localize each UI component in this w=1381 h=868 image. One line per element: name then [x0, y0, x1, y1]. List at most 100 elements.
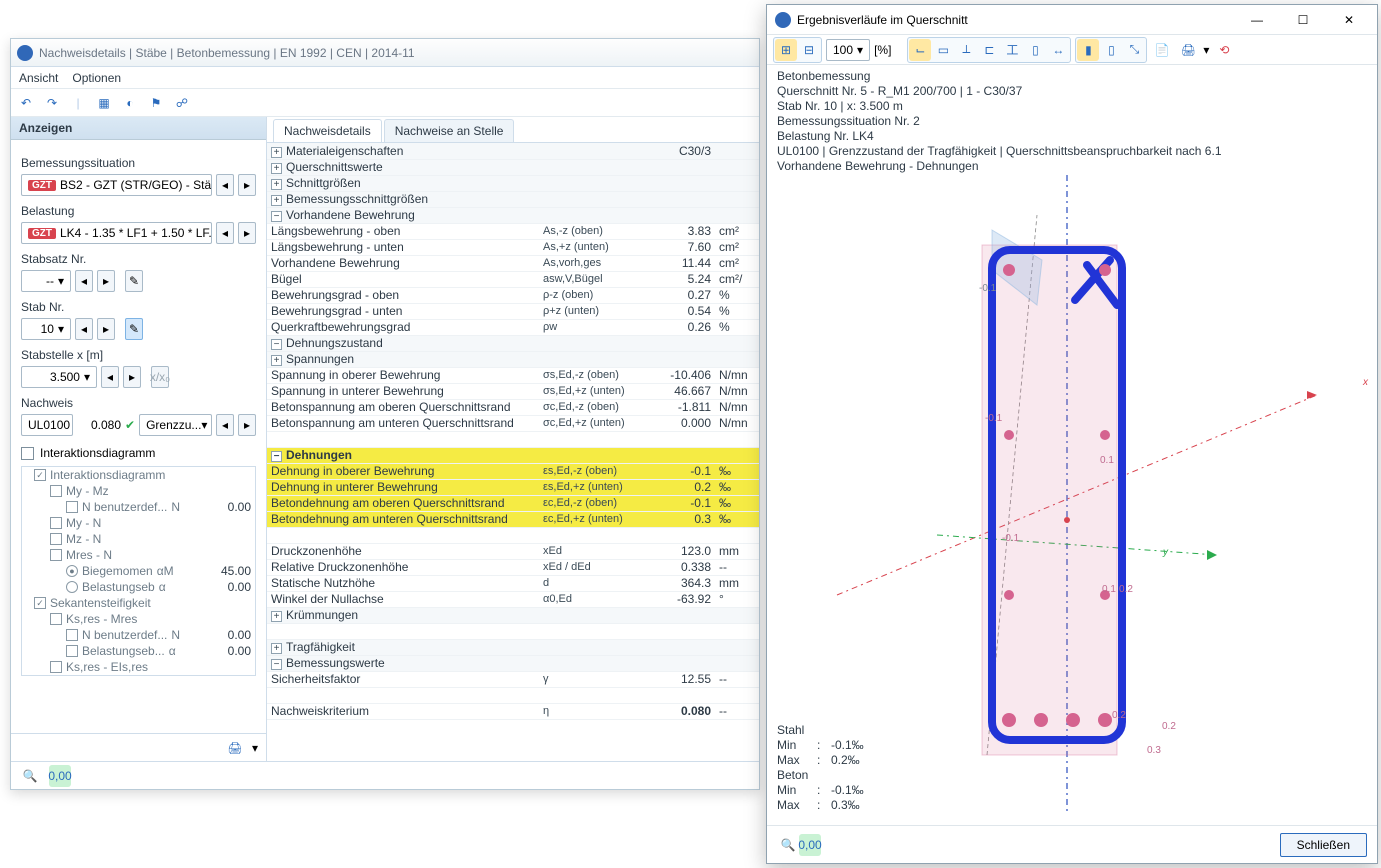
grid-row[interactable]: +Bemessungsschnittgrößen — [267, 191, 759, 207]
tree-row[interactable]: My - N — [22, 515, 255, 531]
grid-row[interactable]: Querkraftbewehrungsgradρw0.26% — [267, 319, 759, 335]
grid-row[interactable]: −Dehnungszustand — [267, 335, 759, 351]
bel-next-button[interactable]: ▸ — [238, 222, 256, 244]
grid-row[interactable]: Spannung in oberer Bewehrungσs,Ed,-z (ob… — [267, 367, 759, 383]
grid-row[interactable]: Spannung in unterer Bewehrungσs,Ed,+z (u… — [267, 383, 759, 399]
toolbar-arrow-left-icon[interactable]: ↶ — [15, 92, 37, 114]
checkbox-icon[interactable] — [50, 485, 62, 497]
checkbox-icon[interactable] — [50, 661, 62, 673]
grid-row[interactable]: Bügelasw,V,Bügel5.24cm²/ — [267, 271, 759, 287]
grid-row[interactable]: −Dehnungen — [267, 447, 759, 463]
view-left-icon[interactable]: ⊞ — [775, 39, 797, 61]
maximize-button[interactable]: ☐ — [1283, 6, 1323, 34]
grid-row[interactable]: +MaterialeigenschaftenC30/3 — [267, 143, 759, 159]
grid-row[interactable]: Betonspannung am unteren Querschnittsran… — [267, 415, 759, 431]
main-titlebar[interactable]: Nachweisdetails | Stäbe | Betonbemessung… — [11, 39, 759, 67]
proj-1-icon[interactable]: ⌙ — [909, 39, 931, 61]
tree-row[interactable]: Ks,res - Mres — [22, 611, 255, 627]
bel-select[interactable]: GZTLK4 - 1.35 * LF1 + 1.50 * LF...▾ — [21, 222, 212, 244]
proj-2-icon[interactable]: ▭ — [932, 39, 954, 61]
stab-select[interactable]: 10▾ — [21, 318, 71, 340]
cross-section-view[interactable] — [817, 175, 1337, 815]
result-grid[interactable]: +MaterialeigenschaftenC30/3+Querschnitts… — [267, 143, 759, 761]
checkbox-icon[interactable]: ✓ — [34, 469, 46, 481]
proj-7-icon[interactable]: ↔ — [1047, 39, 1069, 61]
rebar-2-icon[interactable]: ▯ — [1100, 39, 1122, 61]
tree-row[interactable]: ✓Sekantensteifigkeit — [22, 595, 255, 611]
grid-row[interactable] — [267, 431, 759, 447]
grid-row[interactable]: Längsbewehrung - untenAs,+z (unten)7.60c… — [267, 239, 759, 255]
radio-icon[interactable]: ● — [66, 565, 78, 577]
rebar-3-icon[interactable]: ⤡ — [1123, 39, 1145, 61]
grid-row[interactable]: +Schnittgrößen — [267, 175, 759, 191]
grid-row[interactable]: Dehnung in unterer Bewehrungεs,Ed,+z (un… — [267, 479, 759, 495]
grid-row[interactable]: +Querschnittswerte — [267, 159, 759, 175]
toolbar-link-icon[interactable]: ☍ — [171, 92, 193, 114]
tree-row[interactable]: Mz - N — [22, 531, 255, 547]
tab-nachweise-stelle[interactable]: Nachweise an Stelle — [384, 119, 515, 142]
tree-row[interactable]: ✓Interaktionsdiagramm — [22, 467, 255, 483]
checkbox-icon[interactable] — [50, 549, 62, 561]
proj-6-icon[interactable]: ▯ — [1024, 39, 1046, 61]
minimize-button[interactable]: — — [1237, 6, 1277, 34]
bem-select[interactable]: GZTBS2 - GZT (STR/GEO) - Stä...▾ — [21, 174, 212, 196]
print-chevron-icon[interactable]: ▾ — [252, 741, 258, 755]
zoom-input[interactable]: 100▾ — [826, 39, 870, 61]
radio-icon[interactable] — [66, 581, 78, 593]
close-window-button[interactable]: ✕ — [1329, 6, 1369, 34]
grid-row[interactable]: Bewehrungsgrad - untenρ+z (unten)0.54% — [267, 303, 759, 319]
tree-row[interactable]: ●BiegemomenαM45.00 — [22, 563, 255, 579]
export-icon[interactable]: 📄 — [1151, 39, 1173, 61]
reset-icon[interactable]: ⟲ — [1213, 39, 1235, 61]
grid-row[interactable]: Betondehnung am oberen Querschnittsrandε… — [267, 495, 759, 511]
proj-4-icon[interactable]: ⊏ — [978, 39, 1000, 61]
close-button[interactable]: Schließen — [1280, 833, 1367, 857]
stabstelle-ratio-icon[interactable]: x/x₀ — [151, 366, 169, 388]
float-units-icon[interactable]: 0,00 — [799, 834, 821, 856]
interaction-tree[interactable]: ✓InteraktionsdiagrammMy - Mz N benutzerde… — [21, 466, 256, 676]
bem-next-button[interactable]: ▸ — [238, 174, 256, 196]
float-search-icon[interactable]: 🔍 — [777, 834, 799, 856]
stab-pick-icon[interactable]: ✎ — [125, 318, 143, 340]
grid-row[interactable]: +Krümmungen — [267, 607, 759, 623]
stabsatz-pick-icon[interactable]: ✎ — [125, 270, 143, 292]
tree-row[interactable]: N benutzerdef...N0.00 — [22, 627, 255, 643]
print2-icon[interactable]: 🖨 — [1177, 39, 1199, 61]
nachweis-next-button[interactable]: ▸ — [238, 414, 256, 436]
checkbox-icon[interactable] — [50, 517, 62, 529]
print2-chevron[interactable]: ▾ — [1203, 43, 1209, 57]
tree-row[interactable]: Belastungseb...α0.00 — [22, 643, 255, 659]
checkbox-icon[interactable] — [50, 613, 62, 625]
rebar-1-icon[interactable]: ▮ — [1077, 39, 1099, 61]
checkbox-icon[interactable] — [50, 533, 62, 545]
grid-row[interactable]: −Vorhandene Bewehrung — [267, 207, 759, 223]
proj-3-icon[interactable]: ⟂ — [955, 39, 977, 61]
checkbox-icon[interactable] — [66, 501, 78, 513]
toolbar-flag-icon[interactable]: ⚑ — [145, 92, 167, 114]
menu-ansicht[interactable]: Ansicht — [19, 71, 58, 85]
grid-row[interactable]: −Bemessungswerte — [267, 655, 759, 671]
grid-row[interactable] — [267, 527, 759, 543]
grid-row[interactable] — [267, 623, 759, 639]
stab-prev-button[interactable]: ◂ — [75, 318, 93, 340]
footer-search-icon[interactable]: 🔍 — [19, 765, 41, 787]
tree-row[interactable]: Belastungsebα0.00 — [22, 579, 255, 595]
nachweis-code[interactable]: UL0100 — [21, 414, 73, 436]
stabstelle-prev-button[interactable]: ◂ — [101, 366, 119, 388]
tree-row[interactable]: Mres - N — [22, 547, 255, 563]
tree-row[interactable]: My - Mz — [22, 483, 255, 499]
menu-optionen[interactable]: Optionen — [72, 71, 121, 85]
grid-row[interactable]: Statische Nutzhöhed364.3mm — [267, 575, 759, 591]
footer-units-icon[interactable]: 0,00 — [49, 765, 71, 787]
stabsatz-select[interactable]: --▾ — [21, 270, 71, 292]
stabstelle-input[interactable]: 3.500▾ — [21, 366, 97, 388]
nachweis-desc-select[interactable]: Grenzzu...▾ — [139, 414, 212, 436]
float-body[interactable]: BetonbemessungQuerschnitt Nr. 5 - R_M1 2… — [767, 65, 1377, 825]
grid-row[interactable]: +Tragfähigkeit — [267, 639, 759, 655]
view-right-icon[interactable]: ⊟ — [798, 39, 820, 61]
toolbar-arrow-right-icon[interactable]: ↷ — [41, 92, 63, 114]
grid-row[interactable] — [267, 687, 759, 703]
grid-row[interactable]: Nachweiskriteriumη0.080-- — [267, 703, 759, 719]
toolbar-globe-icon[interactable]: ◐ — [119, 92, 141, 114]
bem-prev-button[interactable]: ◂ — [216, 174, 234, 196]
